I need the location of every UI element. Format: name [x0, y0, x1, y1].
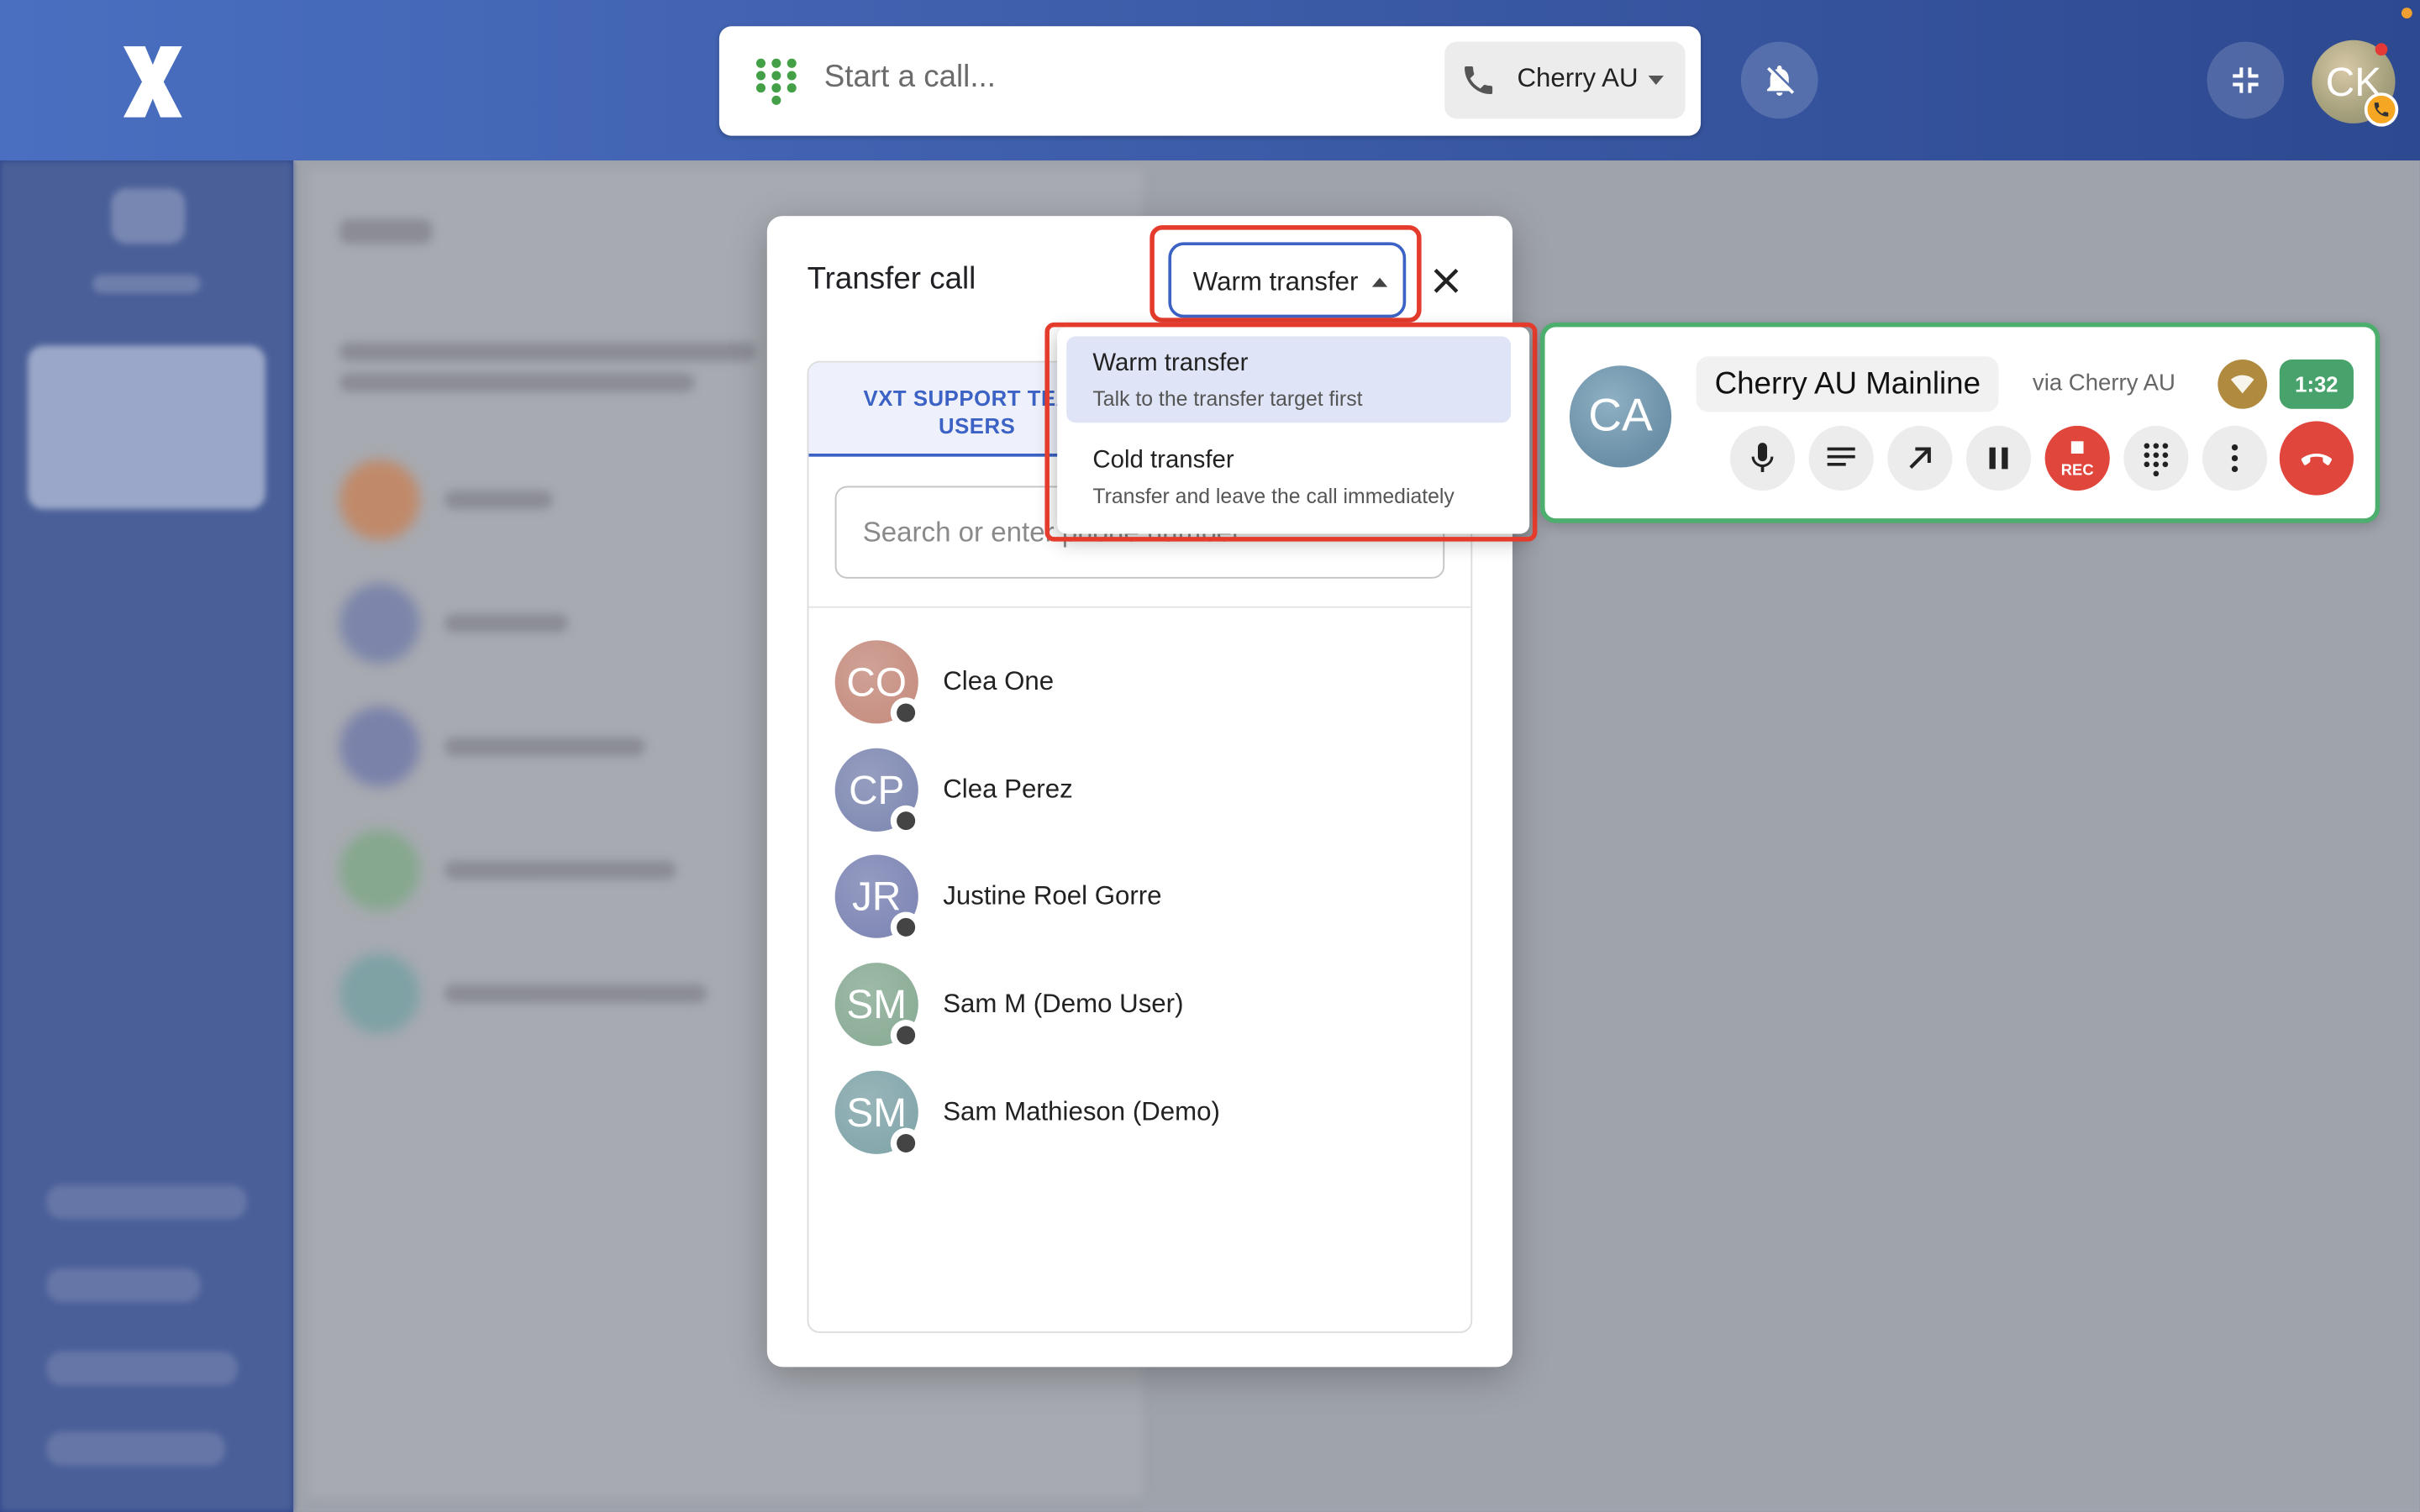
notes-button[interactable] [1808, 425, 1874, 491]
notes-icon [1827, 447, 1855, 466]
on-call-badge-icon [2364, 92, 2399, 127]
background-text [444, 737, 645, 756]
background-avatar [339, 830, 420, 911]
background-avatar [339, 953, 420, 1034]
sidebar [0, 160, 293, 1512]
record-label: REC [2060, 463, 2094, 480]
hang-up-button[interactable] [2279, 421, 2354, 496]
status-dot [2375, 43, 2388, 56]
dialog-title: Transfer call [807, 262, 976, 297]
mute-notifications-button[interactable] [1740, 41, 1818, 119]
hang-up-icon [2301, 453, 2333, 465]
contact-row[interactable]: CP Clea Perez [834, 748, 1437, 837]
stop-icon [2070, 441, 2084, 454]
contact-name: Sam M (Demo User) [943, 989, 1184, 1019]
pause-icon [1989, 447, 2008, 470]
arrow-up-right-icon [1909, 447, 1931, 469]
background-text [444, 984, 708, 1003]
connection-quality-icon [2217, 359, 2268, 409]
background-heading [339, 218, 433, 244]
mute-button[interactable] [1729, 425, 1796, 491]
divider [808, 606, 1471, 608]
background-text [444, 614, 568, 633]
keypad-button[interactable] [2123, 425, 2189, 491]
transfer-button[interactable] [1887, 425, 1953, 491]
sidebar-item-active [28, 345, 266, 510]
sidebar-item [46, 1431, 226, 1466]
hold-button[interactable] [1965, 425, 2032, 491]
call-timer: 1:32 [2279, 359, 2354, 409]
sidebar-item [46, 1351, 238, 1386]
contact-name: Clea Perez [943, 774, 1073, 804]
call-via: via Cherry AU [2032, 370, 2175, 397]
chevron-down-icon [1648, 75, 1664, 86]
record-button[interactable]: REC [2044, 425, 2110, 491]
line-select[interactable]: Cherry AU [1444, 41, 1686, 119]
sidebar-label [92, 274, 201, 293]
contact-row[interactable]: JR Justine Roel Gorre [834, 854, 1437, 943]
compress-icon [2233, 67, 2259, 93]
phone-icon [1465, 66, 1493, 95]
caller-avatar: CA [1569, 365, 1672, 468]
top-bar: Start a call... Cherry AU CK [0, 0, 2420, 161]
background-text [444, 860, 676, 879]
close-icon[interactable] [1428, 262, 1465, 299]
vxt-logo-icon [123, 46, 182, 118]
dialpad-icon[interactable] [753, 55, 799, 108]
background-avatar [339, 583, 420, 664]
more-vertical-icon [2231, 444, 2238, 473]
highlight-box [1150, 225, 1422, 323]
contact-row[interactable]: SM Sam Mathieson (Demo) [834, 1070, 1437, 1159]
background-text [444, 491, 553, 510]
active-call-card: CA Cherry AU Mainline via Cherry AU 1:32 [1540, 322, 2381, 523]
status-indicator [890, 911, 922, 943]
status-indicator [890, 1127, 922, 1159]
collapse-button[interactable] [2207, 41, 2285, 119]
status-indicator [890, 805, 922, 837]
contact-row[interactable]: SM Sam M (Demo User) [834, 963, 1437, 1051]
background-text [339, 342, 756, 361]
sidebar-item [46, 1268, 201, 1303]
notification-dot [2401, 8, 2412, 19]
status-indicator [890, 1020, 922, 1051]
caller-name: Cherry AU Mainline [1714, 367, 1981, 402]
start-call-input[interactable]: Start a call... [824, 60, 996, 96]
status-indicator [890, 697, 922, 728]
more-options-button[interactable] [2202, 425, 2268, 491]
sidebar-icon [111, 188, 186, 244]
background-text [339, 373, 695, 392]
contact-name: Justine Roel Gorre [943, 880, 1162, 911]
caller-name-pill: Cherry AU Mainline [1696, 356, 2000, 412]
line-name: Cherry AU [1517, 63, 1639, 93]
background-avatar [339, 459, 420, 540]
start-call-bar[interactable]: Start a call... Cherry AU [718, 26, 1702, 136]
background-avatar [339, 706, 420, 787]
contact-name: Sam Mathieson (Demo) [943, 1096, 1220, 1126]
highlight-box [1044, 322, 1538, 542]
contact-row[interactable]: CO Clea One [834, 640, 1437, 728]
sidebar-item [46, 1184, 247, 1219]
contact-name: Clea One [943, 666, 1055, 696]
dialpad-icon [2144, 443, 2169, 477]
microphone-icon [1751, 443, 1774, 473]
bell-off-icon [1767, 66, 1795, 96]
